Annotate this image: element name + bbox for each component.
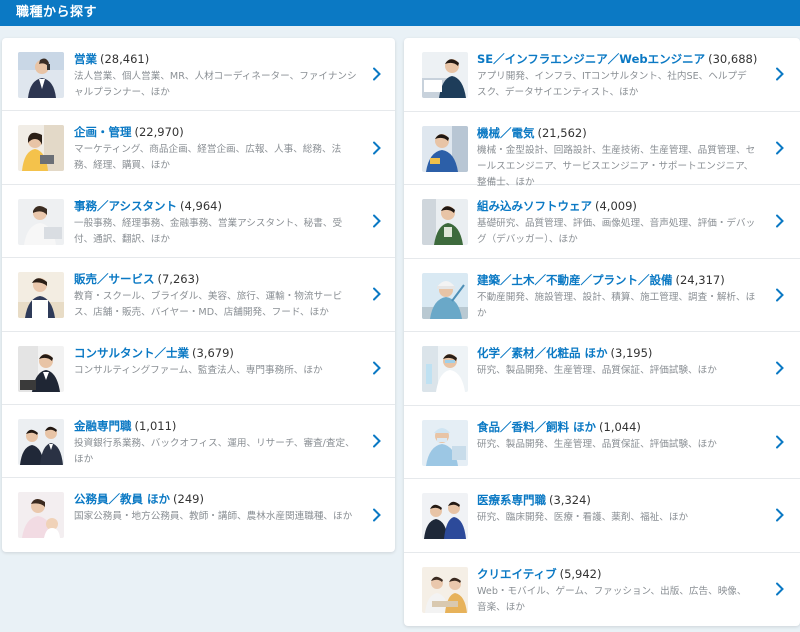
category-count: (4,964): [180, 198, 222, 213]
section-title: 職種から探す: [16, 5, 98, 20]
chevron-right-icon: [775, 141, 784, 155]
chevron-right-icon: [775, 288, 784, 302]
category-count: (28,461): [100, 52, 150, 66]
construction-photo: [422, 272, 468, 319]
category-description: Web・モバイル、ゲーム、ファッション、出版、広告、映像、音楽、ほか: [477, 585, 747, 613]
category-description: 研究、製品開発、生産管理、品質保証、評価試験、ほか: [477, 438, 717, 450]
job-category-item[interactable]: 公務員／教員 ほか (249) 国家公務員・地方公務員、教師・講師、農林水産関連職…: [2, 478, 395, 551]
category-title: コンサルタント／士業: [74, 345, 189, 360]
chemistry-photo: [422, 346, 468, 392]
job-category-item[interactable]: 組み込みソフトウェア (4,009) 基礎研究、品質管理、評価、画像処理、音声処理…: [404, 185, 800, 259]
category-description: 教育・スクール、ブライダル、美容、旅行、運輸・物流サービス、店舗・販売、バイヤー…: [74, 291, 343, 319]
chevron-right-icon: [372, 214, 381, 228]
category-description: 基礎研究、品質管理、評価、画像処理、音声処理、評価・デバッグ（デバッガー）、ほか: [477, 218, 756, 245]
job-category-item[interactable]: 化学／素材／化粧品 ほか (3,195) 研究、製品開発、生産管理、品質保証、評価…: [404, 332, 800, 406]
job-category-list-left: 営業 (28,461) 法人営業、個人営業、MR、人材コーディネーター、ファイナン…: [2, 38, 395, 552]
mechanical-engineer-photo: [422, 125, 468, 172]
category-title: 企画・管理: [74, 125, 132, 140]
retail-service-photo: [18, 272, 64, 319]
category-title: 食品／香料／飼料 ほか: [477, 419, 597, 434]
it-engineer-photo: [422, 52, 468, 98]
chevron-right-icon: [775, 214, 784, 228]
category-description: 不動産開発、施設管理、設計、積算、施工管理、調査・解析、ほか: [477, 291, 756, 319]
category-count: (1,044): [599, 419, 641, 434]
category-count: (3,679): [192, 345, 234, 360]
category-description: 研究、臨床開発、医療・看護、薬剤、福祉、ほか: [477, 512, 689, 523]
category-count: (5,942): [559, 566, 602, 581]
category-description: アプリ開発、インフラ、ITコンサルタント、社内SE、ヘルプデスク、データサイエン…: [477, 71, 747, 98]
category-title: 医療系専門職: [477, 493, 546, 507]
office-assistant-photo: [18, 198, 64, 245]
job-category-item[interactable]: 金融専門職 (1,011) 投資銀行系業務、バックオフィス、運用、リサーチ、審査/…: [2, 405, 395, 479]
category-count: (22,970): [134, 125, 184, 140]
chevron-right-icon: [372, 141, 381, 155]
category-count: (3,324): [549, 493, 591, 507]
chevron-right-icon: [372, 361, 381, 375]
category-count: (4,009): [595, 199, 637, 213]
chevron-right-icon: [775, 67, 784, 81]
category-count: (24,317): [675, 272, 725, 287]
category-count: (3,195): [610, 346, 653, 360]
job-category-item[interactable]: 企画・管理 (22,970) マーケティング、商品企画、経営企画、広報、人事、総務…: [2, 111, 395, 185]
medical-photo: [422, 493, 468, 539]
job-category-item[interactable]: 医療系専門職 (3,324) 研究、臨床開発、医療・看護、薬剤、福祉、ほか: [404, 479, 800, 553]
chevron-right-icon: [372, 67, 381, 81]
category-title: 営業: [74, 52, 97, 66]
category-title: 金融専門職: [74, 418, 132, 433]
public-servant-photo: [18, 492, 64, 539]
job-category-item[interactable]: 建築／土木／不動産／プラント／設備 (24,317) 不動産開発、施設管理、設計、…: [404, 259, 800, 332]
sales-person-photo: [18, 52, 64, 98]
category-description: 一般事務、経理事務、金融事務、営業アシスタント、秘書、受付、通訳、翻訳、ほか: [74, 217, 343, 245]
category-description: 法人営業、個人営業、MR、人材コーディネーター、ファイナンシャルプランナー、ほか: [74, 71, 357, 98]
category-title: 販売／サービス: [74, 272, 155, 287]
chevron-right-icon: [775, 508, 784, 522]
category-count: (249): [173, 492, 204, 507]
planning-person-photo: [18, 125, 64, 172]
finance-professional-photo: [18, 418, 64, 465]
category-title: 建築／土木／不動産／プラント／設備: [477, 272, 673, 287]
food-photo: [422, 419, 468, 466]
category-title: 機械／電気: [477, 125, 535, 140]
job-category-list-right: SE／インフラエンジニア／Webエンジニア (30,688) アプリ開発、インフラ…: [404, 38, 800, 626]
category-count: (1,011): [134, 418, 177, 433]
category-description: 機械・金型設計、回路設計、生産技術、生産管理、品質管理、セールスエンジニア、サー…: [477, 144, 756, 188]
category-description: 投資銀行系業務、バックオフィス、運用、リサーチ、審査/査定、ほか: [74, 437, 355, 465]
chevron-right-icon: [372, 508, 381, 522]
category-description: マーケティング、商品企画、経営企画、広報、人事、総務、法務、経理、購買、ほか: [74, 144, 342, 172]
job-category-item[interactable]: コンサルタント／士業 (3,679) コンサルティングファーム、監査法人、専門事務…: [2, 332, 395, 405]
category-description: 研究、製品開発、生産管理、品質保証、評価試験、ほか: [477, 365, 717, 376]
category-title: 公務員／教員 ほか: [74, 492, 171, 507]
category-title: 化学／素材／化粧品 ほか: [477, 346, 608, 360]
chevron-right-icon: [775, 582, 784, 596]
job-category-item[interactable]: SE／インフラエンジニア／Webエンジニア (30,688) アプリ開発、インフラ…: [404, 38, 800, 112]
consultant-photo: [18, 345, 64, 392]
category-count: (30,688): [708, 52, 758, 66]
chevron-right-icon: [372, 434, 381, 448]
job-category-item[interactable]: 機械／電気 (21,562) 機械・金型設計、回路設計、生産技術、生産管理、品質管…: [404, 112, 800, 188]
embedded-software-photo: [422, 199, 468, 245]
category-title: クリエイティブ: [477, 566, 557, 581]
job-category-item[interactable]: 営業 (28,461) 法人営業、個人営業、MR、人材コーディネーター、ファイナン…: [2, 38, 395, 112]
chevron-right-icon: [775, 361, 784, 375]
category-count: (7,263): [157, 272, 200, 287]
job-category-item[interactable]: クリエイティブ (5,942) Web・モバイル、ゲーム、ファッション、出版、広告…: [404, 553, 800, 627]
chevron-right-icon: [372, 287, 381, 301]
category-title: 組み込みソフトウェア: [477, 199, 592, 213]
category-description: 国家公務員・地方公務員、教師・講師、農林水産関連職種、ほか: [74, 511, 353, 523]
chevron-right-icon: [775, 435, 784, 449]
category-title: 事務／アシスタント: [74, 198, 178, 213]
category-count: (21,562): [537, 125, 587, 140]
category-description: コンサルティングファーム、監査法人、専門事務所、ほか: [74, 364, 323, 376]
creative-photo: [422, 566, 468, 613]
job-category-item[interactable]: 食品／香料／飼料 ほか (1,044) 研究、製品開発、生産管理、品質保証、評価試…: [404, 406, 800, 479]
section-header: 職種から探す: [0, 0, 800, 26]
job-category-item[interactable]: 販売／サービス (7,263) 教育・スクール、ブライダル、美容、旅行、運輸・物流…: [2, 258, 395, 332]
job-category-item[interactable]: 事務／アシスタント (4,964) 一般事務、経理事務、金融事務、営業アシスタント…: [2, 185, 395, 259]
category-title: SE／インフラエンジニア／Webエンジニア: [477, 52, 706, 66]
